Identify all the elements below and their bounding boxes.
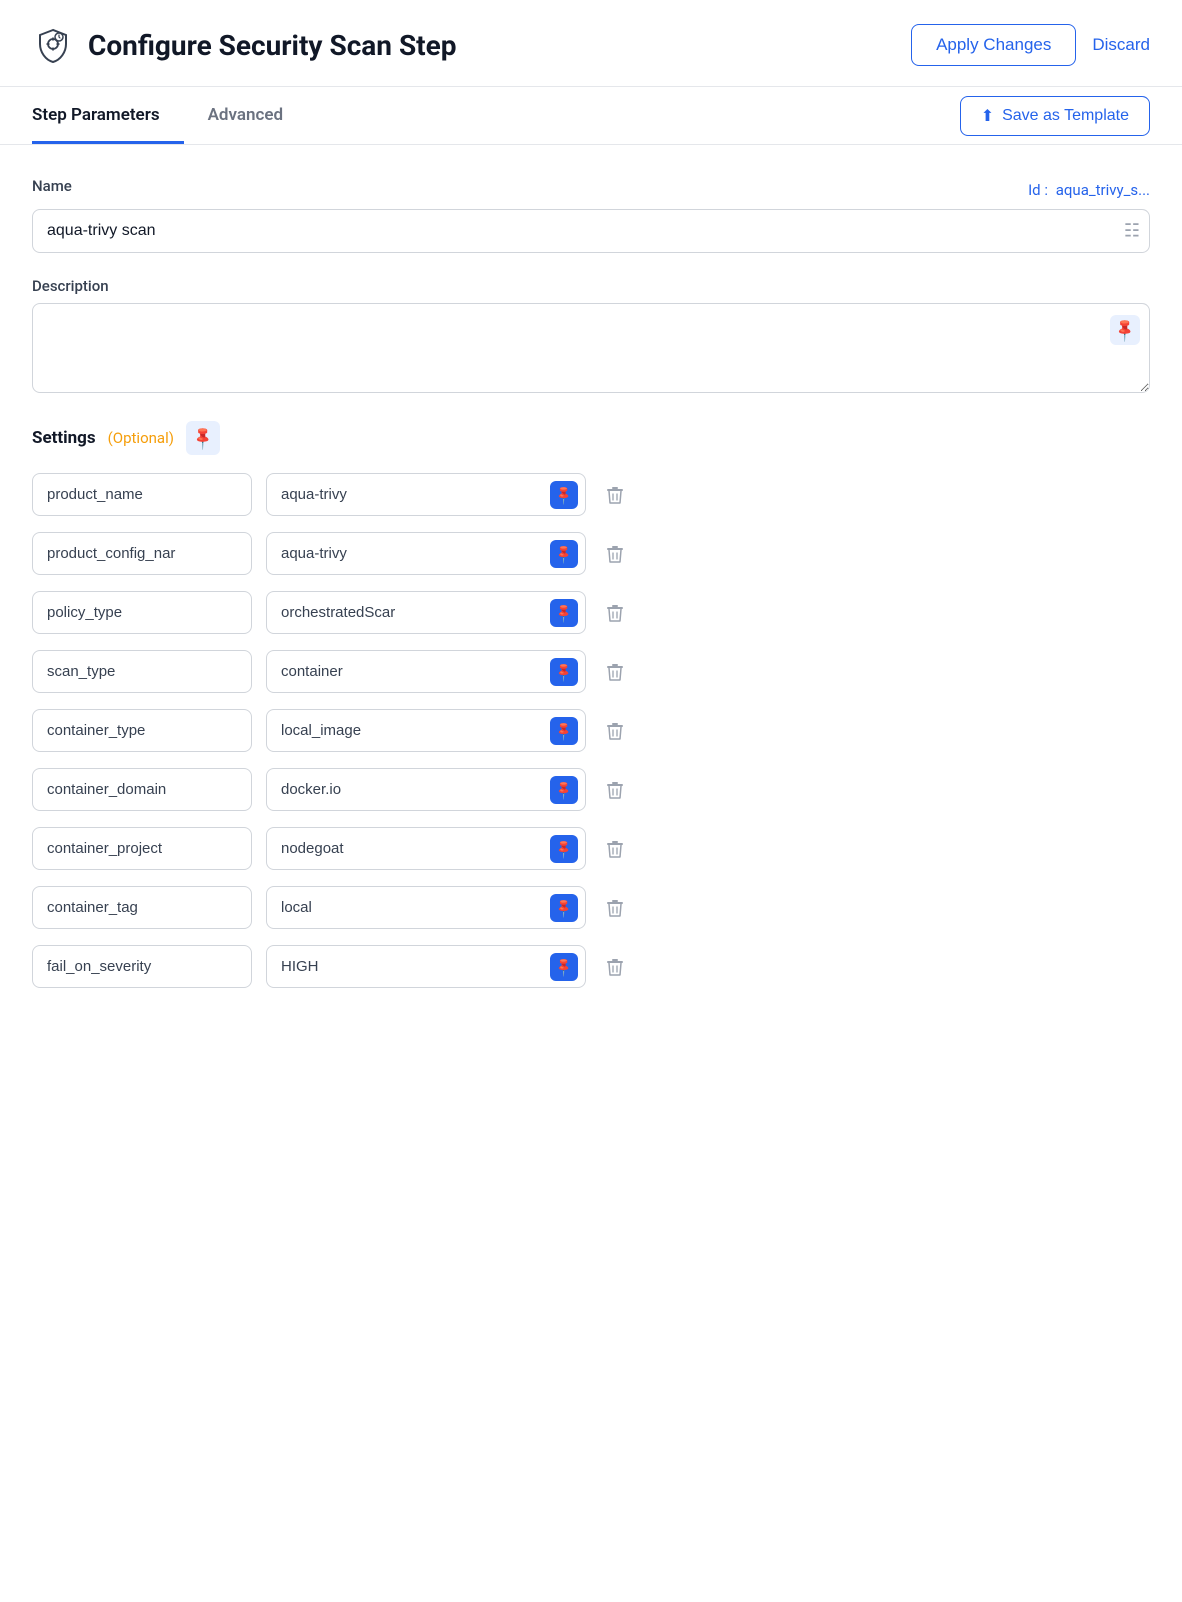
setting-key-input[interactable]	[32, 473, 252, 516]
shield-gear-icon	[32, 24, 74, 66]
pin-icon: 📌	[553, 778, 576, 801]
setting-value-wrapper: 📌	[266, 591, 586, 634]
value-pin-button[interactable]: 📌	[550, 953, 578, 981]
settings-row: 📌	[32, 473, 1150, 516]
name-field-group: Name Id : aqua_trivy_s... ☷	[32, 177, 1150, 253]
setting-value-wrapper: 📌	[266, 827, 586, 870]
save-as-template-button[interactable]: ⬆ Save as Template	[960, 96, 1150, 136]
pin-icon: 📌	[553, 896, 576, 919]
setting-key-input[interactable]	[32, 827, 252, 870]
settings-header: Settings (Optional) 📌	[32, 421, 1150, 455]
setting-key-input[interactable]	[32, 591, 252, 634]
header: Configure Security Scan Step Apply Chang…	[0, 0, 1182, 87]
tabs-left: Step Parameters Advanced	[32, 87, 331, 144]
pin-icon: 📌	[553, 955, 576, 978]
header-actions: Apply Changes Discard	[911, 24, 1150, 66]
setting-value-wrapper: 📌	[266, 768, 586, 811]
delete-setting-button[interactable]	[600, 952, 630, 982]
setting-value-input[interactable]	[266, 886, 586, 929]
content: Name Id : aqua_trivy_s... ☷ Description …	[0, 145, 1182, 1036]
setting-value-wrapper: 📌	[266, 473, 586, 516]
tab-advanced[interactable]: Advanced	[208, 87, 308, 144]
value-pin-button[interactable]: 📌	[550, 658, 578, 686]
setting-value-input[interactable]	[266, 650, 586, 693]
delete-setting-button[interactable]	[600, 657, 630, 687]
settings-row: 📌	[32, 886, 1150, 929]
setting-key-input[interactable]	[32, 945, 252, 988]
setting-value-wrapper: 📌	[266, 886, 586, 929]
setting-value-input[interactable]	[266, 473, 586, 516]
settings-row: 📌	[32, 768, 1150, 811]
setting-key-input[interactable]	[32, 768, 252, 811]
page-title: Configure Security Scan Step	[88, 29, 457, 62]
setting-value-input[interactable]	[266, 945, 586, 988]
pin-icon: 📌	[553, 601, 576, 624]
id-display: Id : aqua_trivy_s...	[1028, 181, 1150, 199]
pin-icon: 📌	[553, 660, 576, 683]
value-pin-button[interactable]: 📌	[550, 894, 578, 922]
name-list-icon-button[interactable]: ☷	[1124, 221, 1140, 242]
value-pin-button[interactable]: 📌	[550, 717, 578, 745]
pin-icon: 📌	[189, 424, 217, 452]
value-pin-button[interactable]: 📌	[550, 540, 578, 568]
settings-row: 📌	[32, 650, 1150, 693]
settings-row: 📌	[32, 945, 1150, 988]
value-pin-button[interactable]: 📌	[550, 481, 578, 509]
settings-pin-button[interactable]: 📌	[186, 421, 220, 455]
name-input-wrapper: ☷	[32, 209, 1150, 253]
delete-setting-button[interactable]	[600, 598, 630, 628]
description-textarea-wrapper: 📌	[32, 303, 1150, 397]
name-label: Name	[32, 177, 72, 195]
setting-value-wrapper: 📌	[266, 650, 586, 693]
description-field-group: Description 📌	[32, 277, 1150, 397]
settings-row: 📌	[32, 827, 1150, 870]
discard-button[interactable]: Discard	[1092, 35, 1150, 55]
setting-key-input[interactable]	[32, 886, 252, 929]
description-textarea[interactable]	[32, 303, 1150, 393]
delete-setting-button[interactable]	[600, 893, 630, 923]
setting-value-input[interactable]	[266, 709, 586, 752]
setting-value-wrapper: 📌	[266, 532, 586, 575]
apply-changes-button[interactable]: Apply Changes	[911, 24, 1076, 66]
setting-key-input[interactable]	[32, 532, 252, 575]
setting-value-wrapper: 📌	[266, 709, 586, 752]
description-pin-button[interactable]: 📌	[1110, 315, 1140, 345]
setting-key-input[interactable]	[32, 709, 252, 752]
delete-setting-button[interactable]	[600, 834, 630, 864]
pin-icon: 📌	[1111, 316, 1139, 344]
setting-value-input[interactable]	[266, 768, 586, 811]
setting-value-input[interactable]	[266, 591, 586, 634]
tab-step-parameters[interactable]: Step Parameters	[32, 87, 184, 144]
delete-setting-button[interactable]	[600, 539, 630, 569]
pin-icon: 📌	[553, 542, 576, 565]
setting-key-input[interactable]	[32, 650, 252, 693]
delete-setting-button[interactable]	[600, 480, 630, 510]
settings-row: 📌	[32, 709, 1150, 752]
settings-row: 📌	[32, 591, 1150, 634]
setting-value-input[interactable]	[266, 827, 586, 870]
settings-rows: 📌 📌	[32, 473, 1150, 988]
value-pin-button[interactable]: 📌	[550, 776, 578, 804]
pin-icon: 📌	[553, 483, 576, 506]
settings-label: Settings	[32, 428, 96, 448]
value-pin-button[interactable]: 📌	[550, 835, 578, 863]
pin-icon: 📌	[553, 719, 576, 742]
value-pin-button[interactable]: 📌	[550, 599, 578, 627]
pin-icon: 📌	[553, 837, 576, 860]
upload-icon: ⬆	[981, 106, 994, 126]
tabs-bar: Step Parameters Advanced ⬆ Save as Templ…	[0, 87, 1182, 145]
description-label: Description	[32, 277, 1150, 295]
delete-setting-button[interactable]	[600, 775, 630, 805]
name-label-row: Name Id : aqua_trivy_s...	[32, 177, 1150, 203]
setting-value-wrapper: 📌	[266, 945, 586, 988]
settings-optional-label: (Optional)	[108, 429, 174, 447]
setting-value-input[interactable]	[266, 532, 586, 575]
header-left: Configure Security Scan Step	[32, 24, 457, 66]
name-input[interactable]	[32, 209, 1150, 253]
list-icon: ☷	[1124, 221, 1140, 242]
settings-row: 📌	[32, 532, 1150, 575]
delete-setting-button[interactable]	[600, 716, 630, 746]
